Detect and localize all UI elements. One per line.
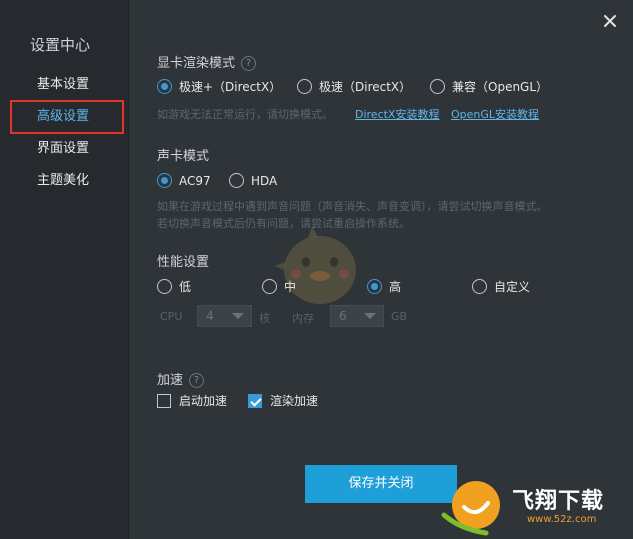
radio-unselected-icon <box>472 279 487 294</box>
close-icon[interactable] <box>599 10 621 32</box>
radio-performance-low[interactable]: 低 <box>157 278 191 296</box>
settings-window: 设置中心 基本设置 高级设置 界面设置 主题美化 显卡渲染模式? 极速+（Dir… <box>0 0 633 539</box>
radio-performance-medium[interactable]: 中 <box>262 278 296 296</box>
sound-mode-hint-line2: 若切换声音模式后仍有问题，请尝试重启操作系统。 <box>157 217 410 230</box>
radio-ac97[interactable]: AC97 <box>157 172 211 190</box>
radio-label: 低 <box>179 280 192 294</box>
radio-performance-high[interactable]: 高 <box>367 278 401 296</box>
opengl-tutorial-link[interactable]: OpenGL安装教程 <box>451 106 539 122</box>
radio-unselected-icon <box>262 279 277 294</box>
radio-label: AC97 <box>179 174 211 188</box>
memory-select-value: 6 <box>339 309 347 323</box>
radio-unselected-icon <box>297 79 312 94</box>
sound-mode-hint-line1: 如果在游戏过程中遇到声音问题（声音消失、声音变调），请尝试切换声音模式。 <box>157 200 548 213</box>
help-icon[interactable]: ? <box>189 373 205 388</box>
radio-directx[interactable]: 极速（DirectX） <box>297 78 411 96</box>
sidebar-item-interface-settings[interactable]: 界面设置 <box>10 132 124 166</box>
radio-label: 中 <box>284 280 297 294</box>
cpu-unit: 核 <box>259 312 270 325</box>
performance-title: 性能设置 <box>157 255 210 270</box>
checkbox-label: 渲染加速 <box>270 394 319 408</box>
radio-label: 兼容（OpenGL） <box>452 80 549 94</box>
radio-performance-custom[interactable]: 自定义 <box>472 278 530 296</box>
radio-selected-icon <box>157 79 172 94</box>
radio-selected-icon <box>157 173 172 188</box>
watermark-brand: 飞翔下载 <box>512 489 605 514</box>
chevron-down-icon <box>364 313 376 319</box>
memory-unit: GB <box>391 310 408 323</box>
radio-label: 极速（DirectX） <box>319 80 412 94</box>
radio-label: 自定义 <box>494 280 531 294</box>
radio-hda[interactable]: HDA <box>229 172 277 190</box>
render-mode-title-text: 显卡渲染模式 <box>157 56 236 71</box>
radio-directx-plus[interactable]: 极速+（DirectX） <box>157 78 281 96</box>
checkbox-label: 启动加速 <box>179 394 228 408</box>
sound-mode-title: 声卡模式 <box>157 149 210 164</box>
sidebar-item-advanced-settings[interactable]: 高级设置 <box>10 100 124 134</box>
watermark-url: www.52z.com <box>527 514 597 525</box>
radio-selected-icon <box>367 279 382 294</box>
checkbox-startup-acceleration[interactable]: 启动加速 <box>157 392 227 410</box>
radio-label: HDA <box>251 174 278 188</box>
radio-unselected-icon <box>157 279 172 294</box>
radio-label: 高 <box>389 280 402 294</box>
watermark-logo <box>430 473 510 539</box>
sidebar: 设置中心 基本设置 高级设置 界面设置 主题美化 <box>0 0 129 539</box>
memory-select[interactable]: 6 <box>330 305 384 327</box>
checkbox-checked-icon <box>248 394 262 408</box>
checkbox-unchecked-icon <box>157 394 171 408</box>
sidebar-item-theme[interactable]: 主题美化 <box>10 164 124 198</box>
radio-unselected-icon <box>229 173 244 188</box>
acceleration-title: 加速? <box>157 369 205 388</box>
directx-tutorial-link[interactable]: DirectX安装教程 <box>355 106 439 122</box>
radio-opengl[interactable]: 兼容（OpenGL） <box>430 78 548 96</box>
memory-label: 内存 <box>292 312 314 325</box>
sidebar-item-basic-settings[interactable]: 基本设置 <box>10 68 124 102</box>
cpu-label: CPU <box>160 310 183 323</box>
radio-label: 极速+（DirectX） <box>179 80 282 94</box>
render-mode-title: 显卡渲染模式? <box>157 52 257 71</box>
mascot-image <box>268 222 368 318</box>
radio-unselected-icon <box>430 79 445 94</box>
chevron-down-icon <box>232 313 244 319</box>
sidebar-title: 设置中心 <box>30 36 91 54</box>
help-icon[interactable]: ? <box>241 56 257 71</box>
cpu-select-value: 4 <box>206 309 214 323</box>
render-mode-hint: 如游戏无法正常运行，请切换模式。 <box>157 108 333 121</box>
checkbox-render-acceleration[interactable]: 渲染加速 <box>248 392 318 410</box>
acceleration-title-text: 加速 <box>157 373 184 388</box>
cpu-select[interactable]: 4 <box>197 305 252 327</box>
